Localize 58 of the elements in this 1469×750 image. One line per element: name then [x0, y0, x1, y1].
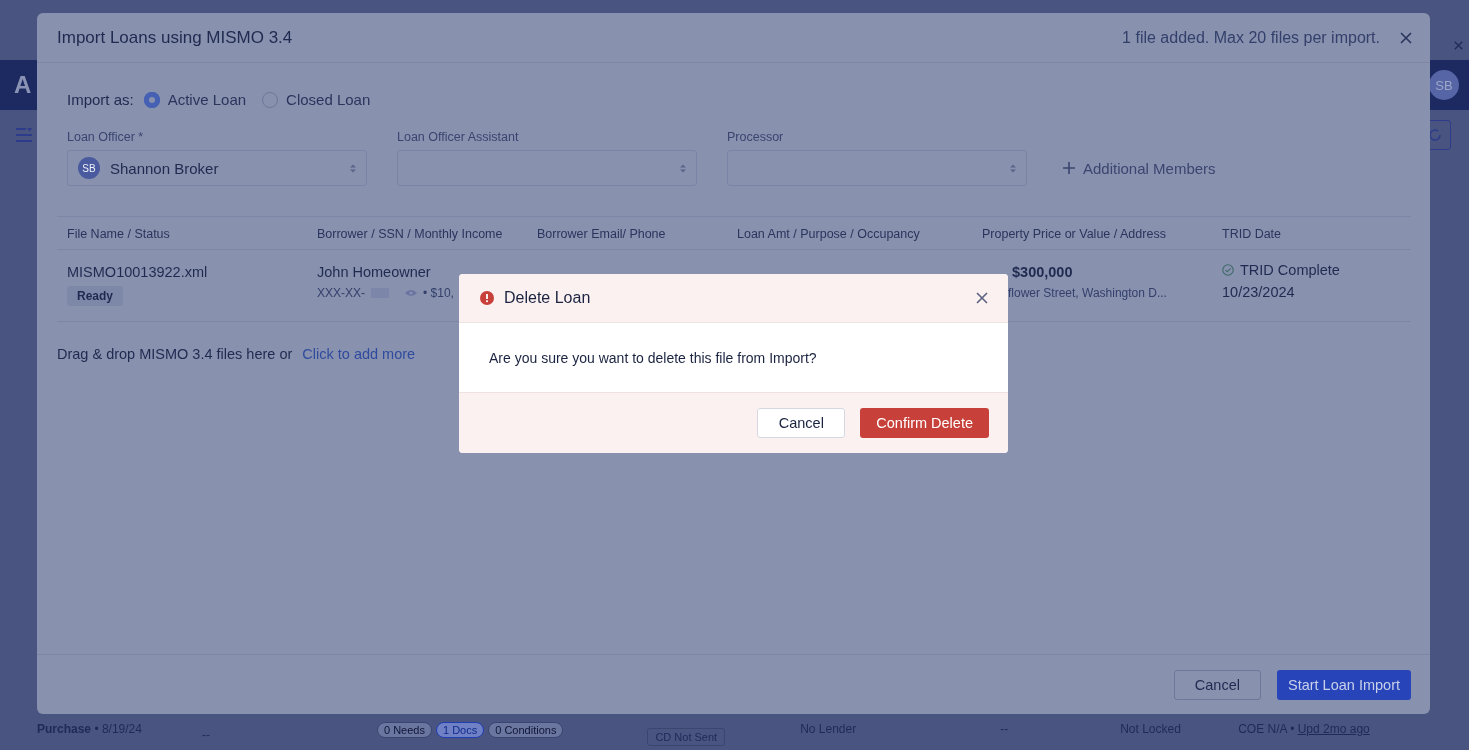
radio-label[interactable]: Active Loan	[167, 91, 247, 108]
file-name-text: MISMO10013922.xml	[67, 264, 209, 280]
address-text: flower Street, Washington D...	[1007, 286, 1168, 300]
user-avatar[interactable]: SB	[1429, 70, 1459, 100]
empty-value-text: --	[1000, 722, 1010, 736]
column-header: Borrower / SSN / Monthly Income	[316, 226, 504, 243]
file-count-text: 1 file added. Max 20 files per import.	[1122, 28, 1380, 47]
field-label: Loan Officer Assistant	[397, 130, 520, 144]
user-avatar: SB	[78, 157, 100, 179]
sort-caret-icon	[1010, 163, 1016, 173]
close-icon	[1454, 40, 1463, 50]
sort-caret-icon	[350, 163, 356, 173]
drop-hint-text: Drag & drop MISMO 3.4 files here or	[57, 346, 293, 362]
alert-icon	[480, 291, 494, 305]
sort-caret-icon	[680, 163, 686, 173]
confirm-delete-button[interactable]: Confirm Delete	[860, 408, 989, 438]
close-icon	[1400, 31, 1412, 44]
cancel-button[interactable]: Cancel	[1173, 669, 1261, 700]
close-button[interactable]	[974, 290, 990, 306]
dialog-message: Are you sure you want to delete this file from Import?	[489, 349, 817, 366]
count-badge[interactable]: 0 Conditions	[488, 722, 564, 738]
import-as-label: Import as:	[67, 91, 134, 108]
select-field[interactable]	[397, 150, 697, 186]
count-badge[interactable]: 1 Docs	[436, 722, 485, 738]
select-field[interactable]: SB Shannon Broker	[67, 150, 367, 186]
filter-list-icon[interactable]	[16, 128, 32, 142]
plus-icon	[1063, 162, 1075, 174]
status-tag: Ready	[67, 286, 124, 306]
property-price-text: $300,000	[1011, 264, 1074, 280]
field-label: Processor	[727, 130, 785, 144]
column-header: Borrower Email/ Phone	[536, 226, 667, 243]
refresh-icon	[1428, 128, 1442, 142]
income-text: • $10,	[423, 286, 454, 300]
add-files-link[interactable]: Click to add more	[302, 346, 416, 362]
column-header: TRID Date	[1221, 226, 1283, 243]
start-import-button[interactable]: Start Loan Import	[1276, 669, 1411, 700]
cancel-button[interactable]: Cancel	[757, 408, 846, 438]
column-header: Property Price or Value / Address	[981, 226, 1167, 243]
close-button[interactable]	[1398, 29, 1414, 46]
trid-status-text: TRID Complete	[1240, 262, 1340, 278]
modal-title: Import Loans using MISMO 3.4	[57, 27, 293, 48]
column-header: File Name / Status	[66, 226, 171, 243]
borrower-name-text: John Homeowner	[317, 264, 432, 280]
column-header: Loan Amt / Purpose / Occupancy	[736, 226, 921, 243]
eye-icon[interactable]	[405, 289, 417, 297]
dialog-title: Delete Loan	[504, 289, 592, 307]
field-label: Loan Officer *	[67, 130, 145, 144]
radio-button[interactable]	[143, 91, 160, 108]
trid-date-text: 10/23/2024	[1222, 284, 1296, 300]
additional-members-button[interactable]: Additional Members	[1057, 150, 1222, 186]
empty-value-text: --	[202, 728, 211, 742]
app-logo: A	[14, 71, 32, 99]
close-icon	[976, 292, 988, 304]
radio-label[interactable]: Closed Loan	[286, 91, 371, 108]
count-badge[interactable]: 0 Needs	[377, 722, 432, 738]
select-field[interactable]	[727, 150, 1027, 186]
check-circle-icon	[1222, 264, 1234, 276]
ssn-text: XXX-XX-	[317, 286, 365, 300]
